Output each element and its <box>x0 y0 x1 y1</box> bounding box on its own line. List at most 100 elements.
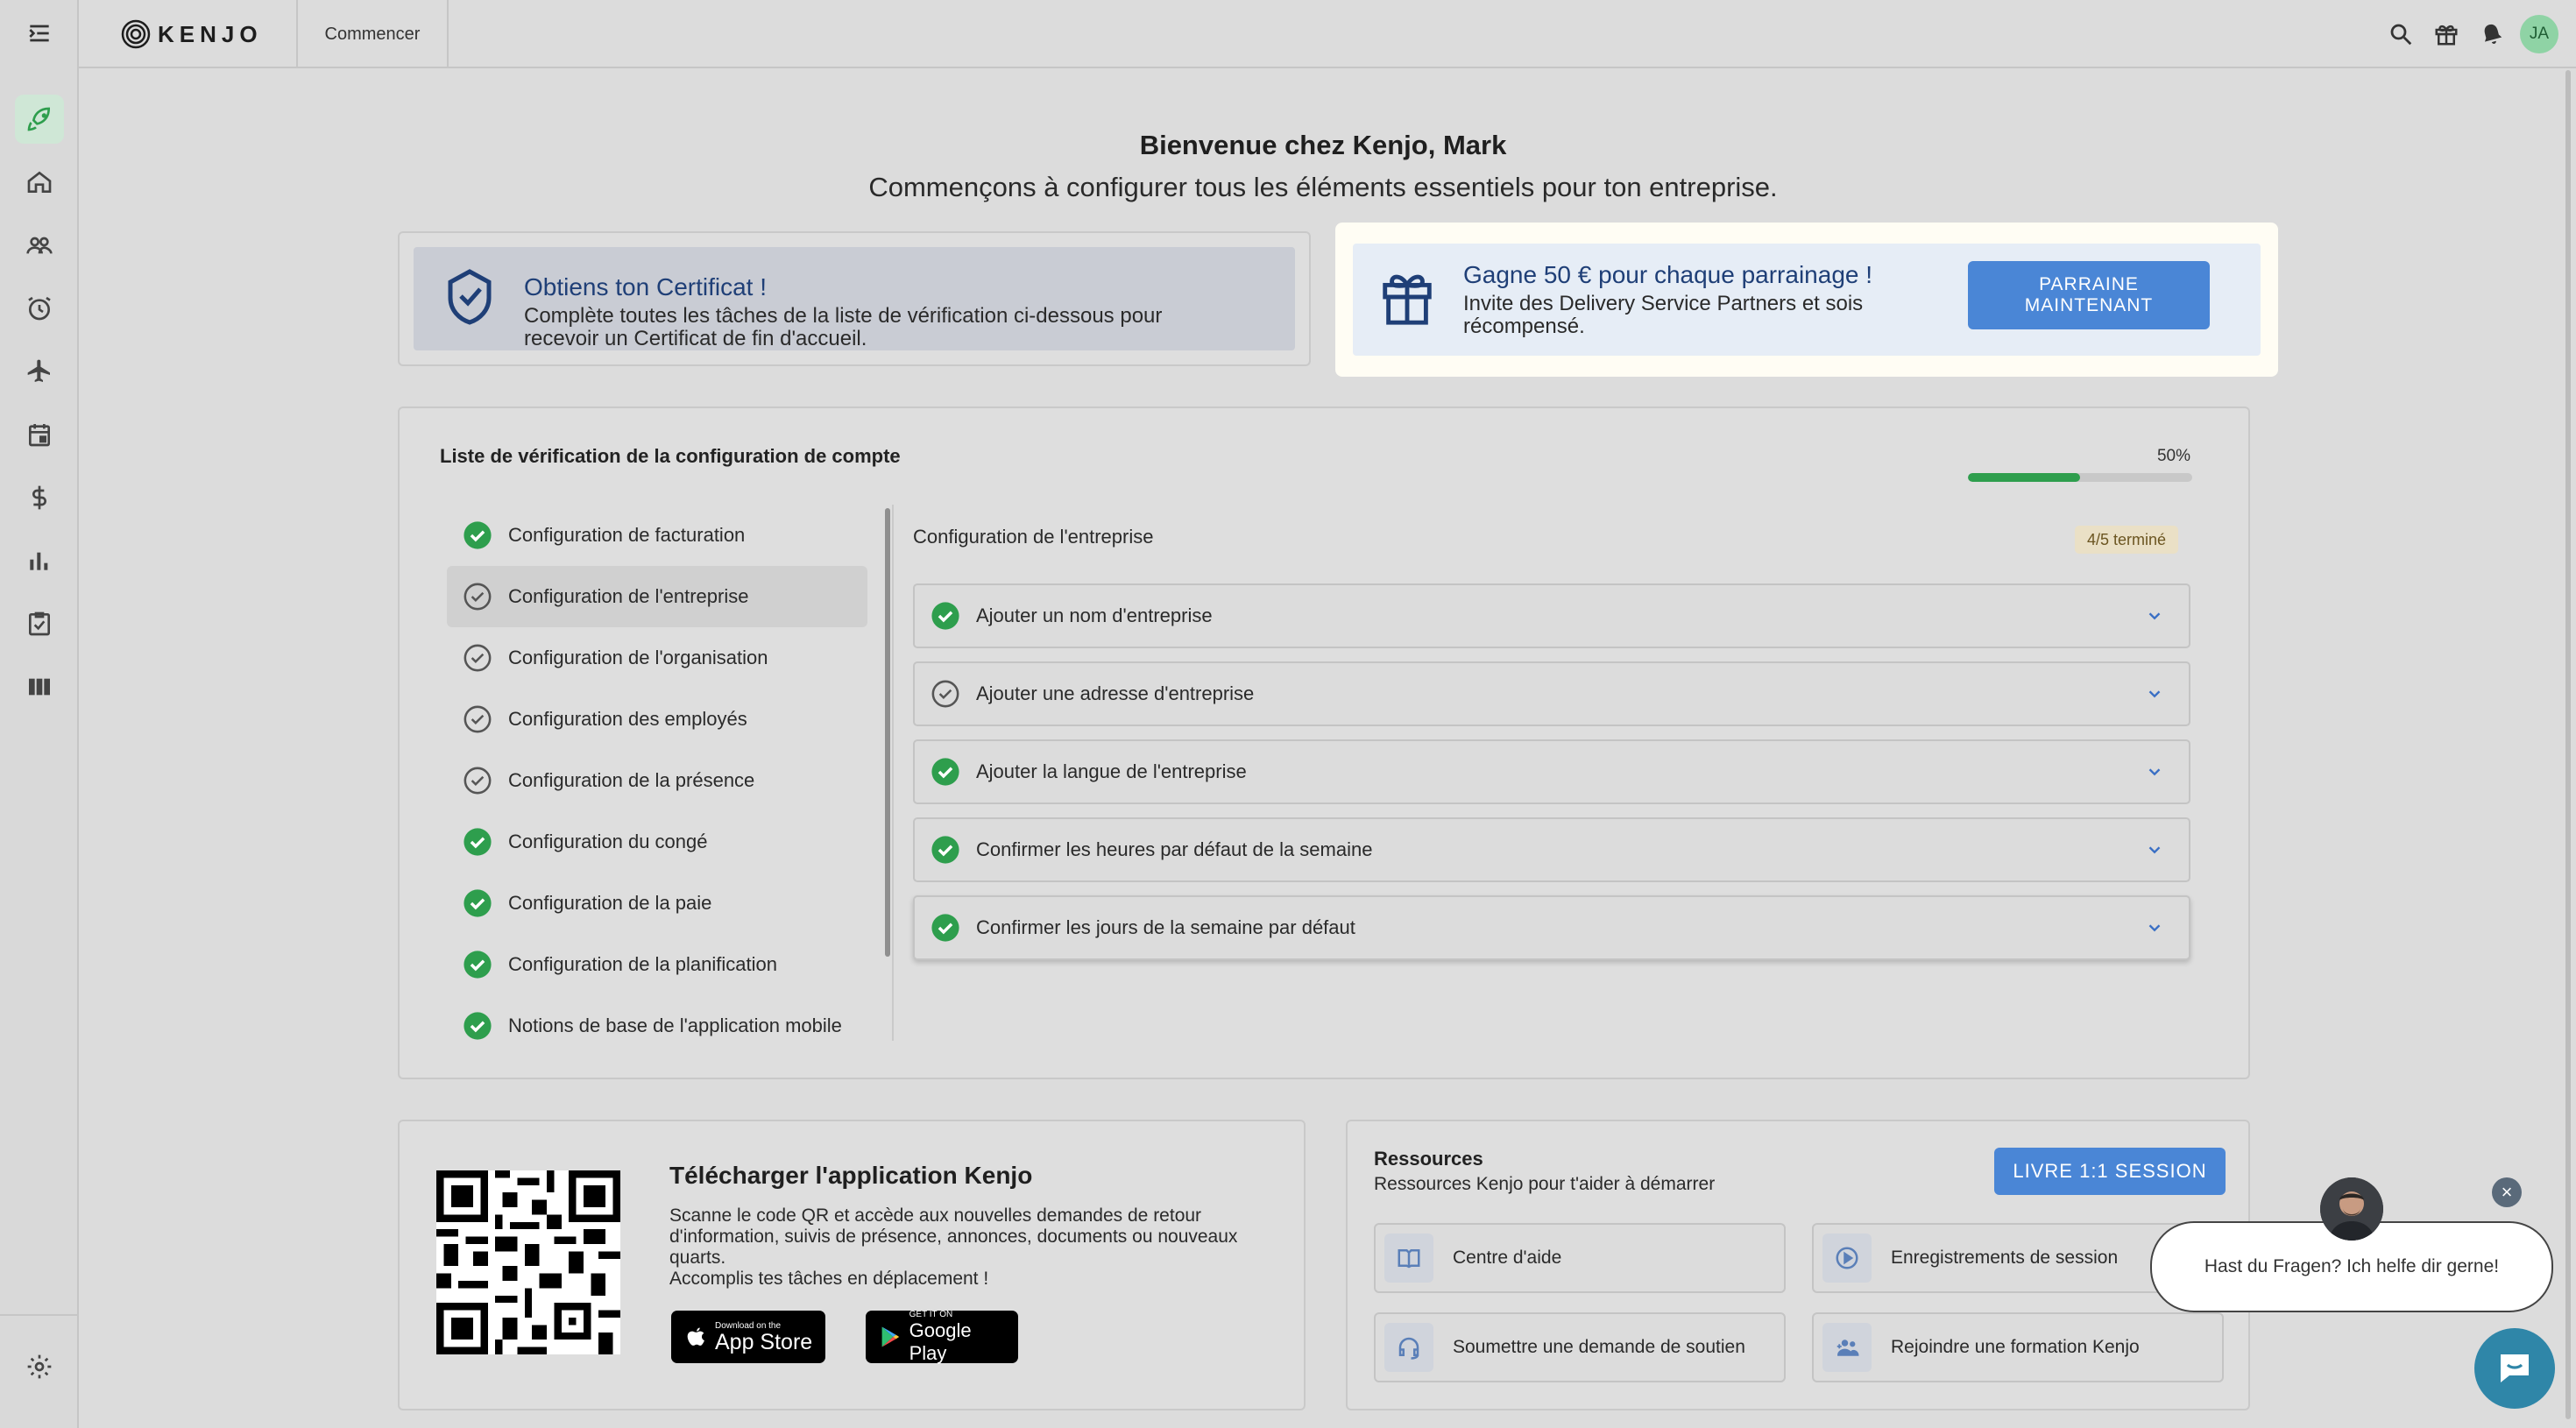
bar-chart-icon[interactable] <box>15 536 64 585</box>
certificate-icon <box>448 269 492 325</box>
top-actions: JA <box>2378 0 2576 68</box>
app-store-button[interactable]: Download on the App Store <box>671 1311 825 1363</box>
bell-icon[interactable] <box>2469 11 2515 57</box>
user-avatar[interactable]: JA <box>2520 15 2558 53</box>
gear-icon[interactable] <box>15 1342 64 1391</box>
top-separator <box>447 0 449 68</box>
check-done-icon <box>464 521 492 549</box>
chevron-down-icon[interactable] <box>2145 684 2164 703</box>
chevron-down-icon[interactable] <box>2145 762 2164 781</box>
resource-help-center[interactable]: Centre d'aide <box>1374 1223 1786 1293</box>
section-label: Configuration de l'entreprise <box>508 585 749 607</box>
section-label: Configuration de la paie <box>508 892 712 914</box>
referral-banner: Gagne 50 € pour chaque parrainage ! Invi… <box>1353 244 2261 356</box>
page-subtitle: Commençons à configurer tous les élément… <box>868 172 1778 202</box>
check-done-icon <box>931 758 959 786</box>
resource-support-request[interactable]: Soumettre une demande de soutien <box>1374 1312 1786 1382</box>
progress-bar <box>1968 473 2192 482</box>
referral-description: Invite des Delivery Service Partners et … <box>1463 292 1864 338</box>
section-label: Configuration de la planification <box>508 953 777 975</box>
checklist-section-item[interactable]: Configuration de l'organisation <box>447 627 867 689</box>
book-session-button[interactable]: LIVRE 1:1 SESSION <box>1994 1148 2226 1195</box>
certificate-title: Obtiens ton Certificat ! <box>524 273 768 300</box>
alarm-clock-icon[interactable] <box>15 284 64 333</box>
tab-commencer[interactable]: Commencer <box>298 0 447 68</box>
resource-label: Centre d'aide <box>1453 1248 1562 1268</box>
top-bar: KENJO Commencer JA <box>79 0 2576 68</box>
check-pending-icon <box>464 705 492 733</box>
qr-code <box>436 1170 620 1354</box>
task-row[interactable]: Confirmer les heures par défaut de la se… <box>913 817 2190 882</box>
checklist-section-item[interactable]: Configuration de la planification <box>447 934 867 995</box>
people-icon[interactable] <box>15 221 64 270</box>
dollar-icon[interactable] <box>15 473 64 522</box>
progress-fill <box>1968 473 2080 482</box>
chevron-down-icon[interactable] <box>2145 840 2164 859</box>
task-row[interactable]: Ajouter la langue de l'entreprise <box>913 739 2190 804</box>
page-scrollbar[interactable] <box>2564 70 2572 1419</box>
check-pending-icon <box>464 583 492 611</box>
app-store-text: App Store <box>715 1329 813 1354</box>
checklist-section-item[interactable]: Configuration de la paie <box>447 873 867 934</box>
referral-title: Gagne 50 € pour chaque parrainage ! <box>1463 261 1873 288</box>
checklist-section-item[interactable]: Configuration du congé <box>447 811 867 873</box>
gift-icon[interactable] <box>2424 11 2469 57</box>
resource-kenjo-training[interactable]: Rejoindre une formation Kenjo <box>1812 1312 2224 1382</box>
checklist-section-item[interactable]: Configuration de facturation <box>447 505 867 566</box>
headset-icon <box>1384 1323 1433 1372</box>
play-icon <box>1822 1234 1872 1283</box>
checklist-title: Liste de vérification de la configuratio… <box>440 445 901 467</box>
logo-text: KENJO <box>158 20 263 47</box>
refer-now-button[interactable]: PARRAINE MAINTENANT <box>1968 261 2210 329</box>
check-done-icon <box>464 1012 492 1040</box>
resource-label: Soumettre une demande de soutien <box>1453 1337 1745 1357</box>
chat-icon <box>2501 1354 2529 1382</box>
task-label: Confirmer les jours de la semaine par dé… <box>976 916 1355 938</box>
chat-agent-avatar <box>2320 1177 2383 1241</box>
airplane-icon[interactable] <box>15 347 64 396</box>
app-download-title: Télécharger l'application Kenjo <box>669 1162 1033 1189</box>
columns-icon[interactable] <box>15 662 64 711</box>
apple-icon <box>687 1327 704 1346</box>
section-divider <box>892 505 894 1041</box>
section-label: Notions de base de l'application mobile <box>508 1014 842 1036</box>
referral-card: Gagne 50 € pour chaque parrainage ! Invi… <box>1335 223 2278 377</box>
kenjo-logo[interactable]: KENJO <box>121 19 263 49</box>
app-download-description-line: Accomplis tes tâches en déplacement ! <box>669 1269 989 1289</box>
status-badge: 4/5 terminé <box>2075 526 2179 554</box>
google-play-small-text: GET IT ON <box>909 1309 953 1319</box>
resource-label: Rejoindre une formation Kenjo <box>1891 1337 2140 1357</box>
search-icon[interactable] <box>2378 11 2424 57</box>
section-list-scrollbar[interactable] <box>885 508 890 957</box>
checklist-section-item[interactable]: Configuration des employés <box>447 689 867 750</box>
resources-subtitle: Ressources Kenjo pour t'aider à démarrer <box>1374 1174 1716 1194</box>
chat-launcher-button[interactable] <box>2474 1328 2555 1409</box>
progress-percent: 50% <box>2156 447 2190 465</box>
section-list: Configuration de facturation Configuratio… <box>447 505 867 1057</box>
task-row[interactable]: Ajouter un nom d'entreprise <box>913 583 2190 648</box>
chevron-down-icon[interactable] <box>2145 918 2164 937</box>
section-label: Configuration de facturation <box>508 524 746 546</box>
task-row[interactable]: Ajouter une adresse d'entreprise <box>913 661 2190 726</box>
chevron-down-icon[interactable] <box>2145 606 2164 626</box>
google-play-text: Google Play <box>909 1318 972 1364</box>
task-label: Confirmer les heures par défaut de la se… <box>976 838 1373 860</box>
chat-close-button[interactable]: × <box>2492 1177 2522 1207</box>
check-done-icon <box>931 914 959 942</box>
check-done-icon <box>931 836 959 864</box>
calendar-icon[interactable] <box>15 410 64 459</box>
section-label: Configuration du congé <box>508 831 708 852</box>
menu-toggle-icon[interactable] <box>15 9 64 58</box>
checklist-section-item[interactable]: Notions de base de l'application mobile <box>447 995 867 1057</box>
check-done-icon <box>464 828 492 856</box>
checklist-section-item[interactable]: Configuration de la présence <box>447 750 867 811</box>
resources-card: Ressources Ressources Kenjo pour t'aider… <box>1346 1120 2250 1410</box>
checklist-section-item[interactable]: Configuration de l'entreprise <box>447 566 867 627</box>
task-row[interactable]: Confirmer les jours de la semaine par dé… <box>913 895 2190 960</box>
check-done-icon <box>464 889 492 917</box>
check-pending-icon <box>931 680 959 708</box>
checklist-icon[interactable] <box>15 599 64 648</box>
google-play-button[interactable]: GET IT ON Google Play <box>866 1309 1018 1364</box>
book-icon <box>1384 1234 1433 1283</box>
section-label: Configuration de la présence <box>508 769 755 791</box>
